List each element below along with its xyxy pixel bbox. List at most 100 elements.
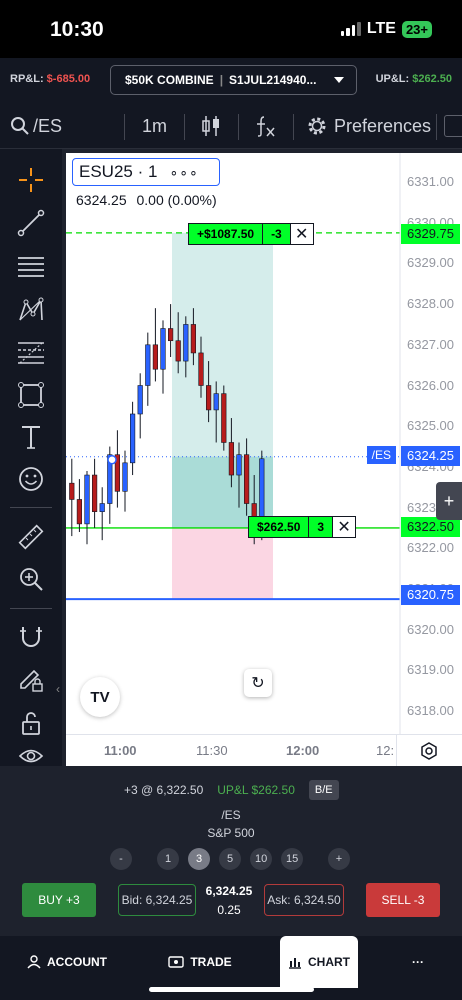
smiley-icon [19,467,43,491]
magnet-tool[interactable] [13,619,49,655]
target-order-pnl: +$1087.50 [189,224,264,244]
pencil-lock-icon [20,669,43,692]
nav-trade[interactable]: TRADE [160,936,240,988]
rpl-value: $-685.00 [46,73,91,85]
add-order-button[interactable]: + [436,482,462,520]
position-pnl: $262.50 [249,517,310,537]
price-axis-label: 6329.00 [407,255,454,271]
nav-more[interactable]: ··· [396,936,440,988]
time-label: 12: [376,743,395,758]
nav-account[interactable]: ACCOUNT [22,936,112,988]
trend-line-icon [17,209,45,237]
candle-body [160,328,166,370]
price-axis-label: 6328.00 [407,296,454,312]
candle-body [183,324,189,362]
price-axis-label: 6320.00 [407,621,454,637]
lock-all-tool[interactable] [13,705,49,741]
account-selector[interactable]: $50K COMBINE | S1JUL214940... [110,65,357,95]
entry-position-label[interactable]: $262.50 3 ✕ [248,516,357,538]
position-qty: 3 [309,517,334,537]
symbol-price-tag: /ES [366,446,396,464]
crosshair-tool[interactable] [13,162,49,198]
more-options-icon[interactable]: ∘∘∘ [169,164,198,181]
fib-tool[interactable] [13,335,49,371]
candle-body [175,340,181,362]
candle-body [228,442,235,476]
candle-body [91,474,98,512]
battery-icon: 23+ [401,20,432,38]
buy-button[interactable]: BUY +3 [22,883,96,917]
settings-icon[interactable] [420,742,438,760]
indicators-button[interactable] [254,103,278,149]
chart-symbol-legend[interactable]: ESU25 · 1 ∘∘∘ [72,158,220,186]
trend-line-tool[interactable] [13,205,49,241]
qty-option-button[interactable]: 5 [219,848,241,870]
increase-qty-button[interactable]: + [328,848,350,870]
qty-option-button-selected[interactable]: 3 [188,848,210,870]
target-price-tag: 6329.75 [401,224,460,244]
close-icon[interactable]: ✕ [333,517,355,537]
chart-type-button[interactable] [200,103,222,149]
icon-tool[interactable] [13,461,49,497]
candle-body [145,344,151,386]
qty-option-button[interactable]: 10 [250,848,273,870]
fib-retracement-icon [18,342,44,364]
zoom-tool[interactable] [13,561,49,597]
upl-label: UP&L: [375,73,410,85]
order-symbol-description: S&P 500 [207,826,255,840]
nav-trade-label: TRADE [190,955,232,969]
bar-chart-icon [289,958,301,969]
shape-tool[interactable] [13,377,49,413]
order-symbol: /ES [221,808,241,822]
price-axis-label: 6327.00 [407,336,454,352]
breakeven-button[interactable]: B/E [308,780,339,800]
symbol-search-button[interactable]: /ES [10,103,62,149]
lock-drawing-tool[interactable] [13,662,49,698]
qty-option-button[interactable]: 15 [281,848,304,870]
candlestick-icon [202,116,219,136]
qty-option-button[interactable]: 1 [157,848,179,870]
candle-body [244,454,250,504]
person-icon [27,955,41,969]
ask-price[interactable]: Ask: 6,324.50 [264,884,344,916]
unlock-icon [22,712,40,735]
decrease-qty-button[interactable]: - [110,848,132,870]
rectangle-icon [18,382,44,408]
chart-last-price: 6324.25 [76,192,127,208]
position-summary: +3 @ 6,322.50 UP&L $262.50 B/E [124,780,339,800]
entry-marker [107,454,117,465]
target-order-label[interactable]: +$1087.50 -3 ✕ [188,223,314,245]
trade-icon [168,956,185,968]
text-tool[interactable] [13,419,49,455]
pnl-header: RP&L: $-685.00 $50K COMBINE | S1JUL21494… [0,58,462,103]
interval-button[interactable]: 1m [142,103,167,149]
close-icon[interactable]: ✕ [291,224,313,244]
status-indicators: LTE 23+ [340,20,432,38]
loss-zone [172,527,273,600]
collapse-toolbar-icon[interactable]: ‹ [56,682,60,696]
candle-body [76,499,82,525]
price-axis-label: 6331.00 [407,174,454,189]
bid-price[interactable]: Bid: 6,324.25 [118,884,196,916]
candle-body [122,462,128,492]
price-axis-label: 6319.00 [407,662,454,678]
function-icon [257,116,275,137]
sell-button[interactable]: SELL -3 [366,883,440,917]
horizontal-lines-tool[interactable] [13,249,49,285]
reset-chart-button[interactable]: ↻ [244,669,272,697]
price-axis-label: 6326.00 [407,377,454,393]
pattern-tool[interactable] [13,292,49,328]
measure-tool[interactable] [13,519,49,555]
nav-chart[interactable]: CHART [280,936,358,988]
layout-icon[interactable] [444,115,462,137]
visibility-tool[interactable] [13,745,49,767]
candle-body [130,413,136,464]
price-chart[interactable]: ESU25 · 1 ∘∘∘ 6324.25 0.00 (0.00%) 6331.… [66,153,462,766]
nav-account-label: ACCOUNT [47,955,107,969]
time-axis[interactable]: 11:00 11:30 12:00 12: [66,734,462,766]
status-bar: 10:30 LTE 23+ [0,0,462,58]
preferences-button[interactable]: Preferences [306,103,431,149]
gear-icon [308,117,326,135]
target-order-qty: -3 [263,224,291,244]
unrealized-pnl: UP&L: $262.50 [376,73,452,85]
